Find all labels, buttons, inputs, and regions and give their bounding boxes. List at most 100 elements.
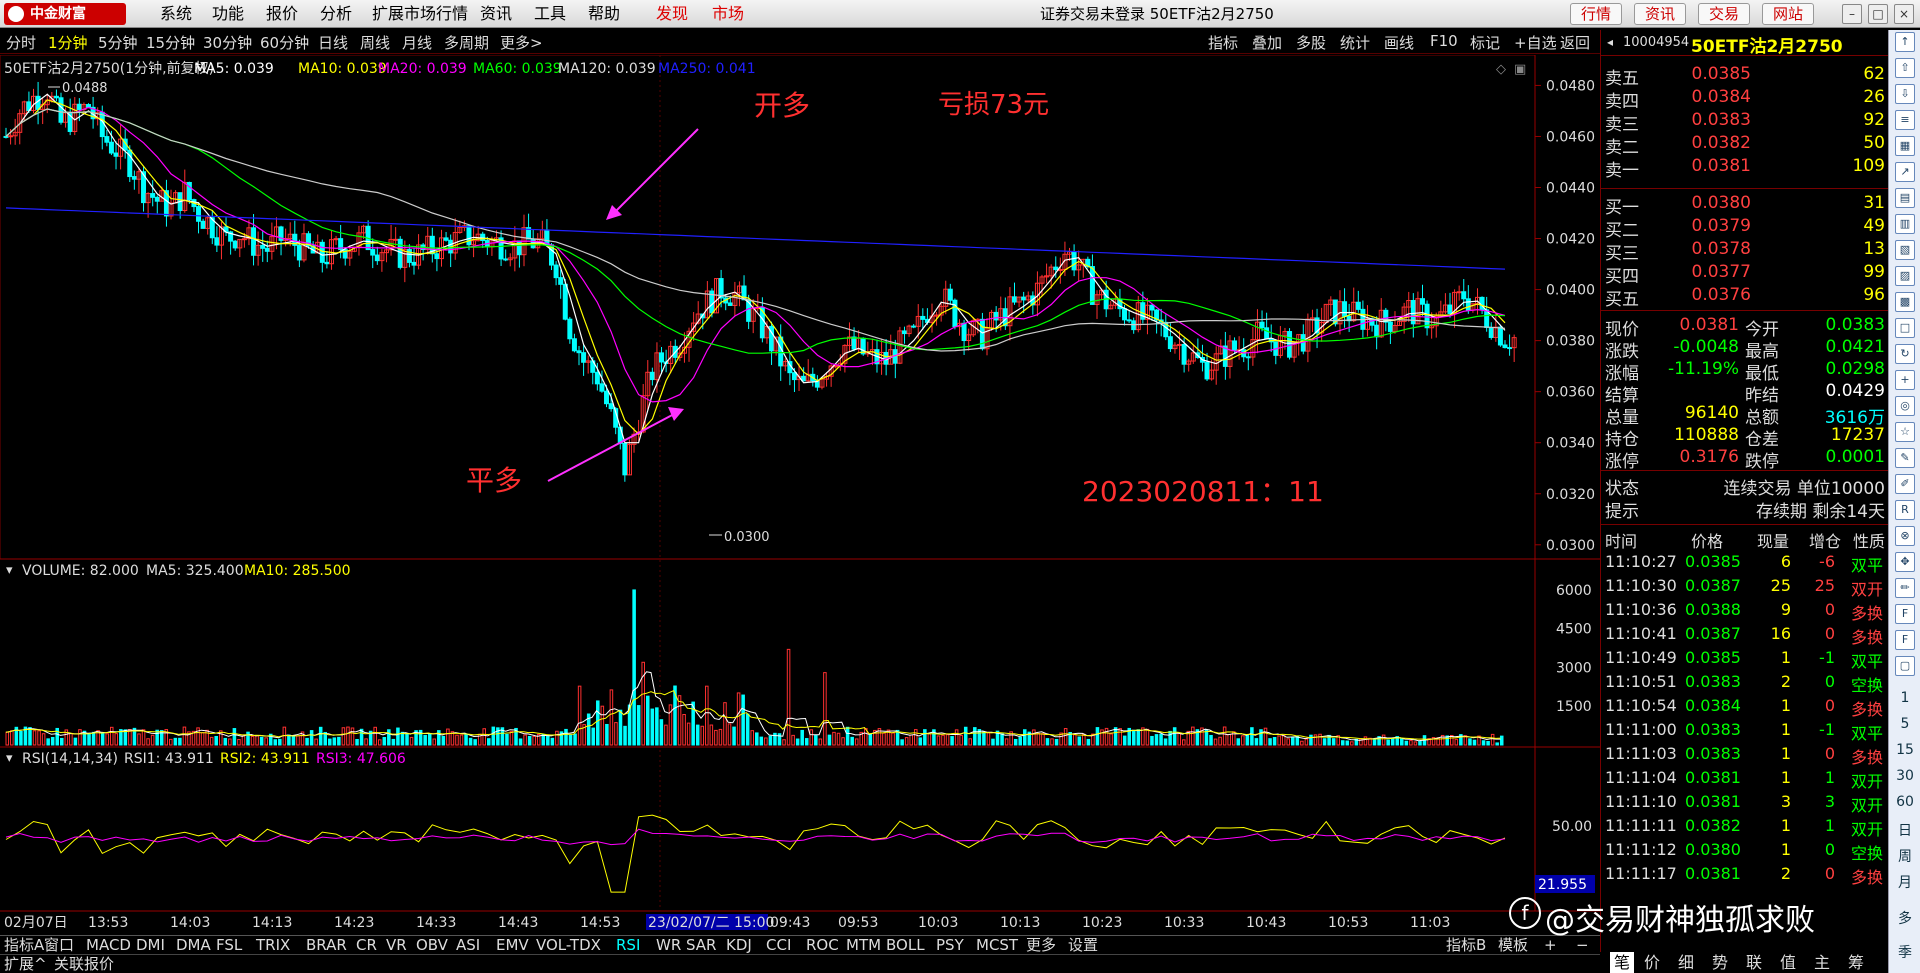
doc-icon[interactable]: ▢ [1895,656,1915,676]
indicator-tab[interactable]: 设置 [1068,936,1098,955]
ask-row[interactable]: 卖五 0.0385 62 [1601,64,1889,89]
tool-indicator[interactable]: 指标 [1208,32,1238,53]
template-tab[interactable]: 模板 [1498,936,1528,955]
info-button[interactable]: 资讯 [1634,3,1687,25]
period-daily[interactable]: 日线 [318,32,348,53]
tool-multi-stock[interactable]: 多股 [1296,32,1326,53]
close-icon[interactable]: × [1894,4,1914,24]
chart-expand-icon[interactable]: ◇ [1496,62,1506,77]
trade-row[interactable]: 11:11:10 0.0381 3 3 双开 [1601,792,1889,816]
form-icon[interactable]: ▥ [1895,214,1915,234]
menu-analysis[interactable]: 分析 [320,0,352,28]
maximize-icon[interactable]: □ [1868,4,1888,24]
trade-row[interactable]: 11:11:11 0.0382 1 1 双开 [1601,816,1889,840]
book-icon[interactable]: ▨ [1895,266,1915,286]
period-5min[interactable]: 5分钟 [98,32,138,53]
tool-stats[interactable]: 统计 [1340,32,1370,53]
ask-row[interactable]: 卖一 0.0381 109 [1601,156,1889,181]
arrow-up-icon[interactable]: ⇧ [1895,58,1915,78]
tool-f10[interactable]: F10 [1430,32,1458,50]
brush-icon[interactable]: ✎ [1895,448,1915,468]
menu-ext-market[interactable]: 扩展市场行情 [372,0,468,28]
period-shortcut-5[interactable]: 5 [1889,716,1920,732]
indicator-tab[interactable]: ASI [456,936,480,955]
indicator-tab[interactable]: SAR [686,936,716,955]
quote-tab[interactable]: 细 [1678,952,1694,973]
pen-icon[interactable]: ✐ [1895,474,1915,494]
menu-function[interactable]: 功能 [212,0,244,28]
quote-tab[interactable]: 势 [1712,952,1728,973]
f5-icon[interactable]: F [1895,630,1915,650]
period-shortcut-15[interactable]: 15 [1889,742,1920,758]
indicator-tab[interactable]: KDJ [726,936,752,955]
arrow-down-icon[interactable]: ⇩ [1895,84,1915,104]
star-icon[interactable]: ☆ [1895,422,1915,442]
lock-icon[interactable]: ⊗ [1895,526,1915,546]
up-arrow-icon[interactable]: ↑ [1895,32,1915,52]
quote-tab[interactable]: 价 [1644,952,1660,973]
rsi-panel-toggle[interactable]: ▾ [6,751,13,766]
trade-row[interactable]: 11:11:04 0.0381 1 1 双开 [1601,768,1889,792]
window-icon[interactable]: ▩ [1895,292,1915,312]
ask-row[interactable]: 卖三 0.0383 92 [1601,110,1889,135]
indicator-tab[interactable]: DMI [136,936,165,955]
period-multi[interactable]: 多周期 [444,32,489,53]
bid-row[interactable]: 买三 0.0378 13 [1601,239,1889,264]
trade-row[interactable]: 11:10:30 0.0387 25 25 双开 [1601,576,1889,600]
kline-chart[interactable]: 50ETF沽2月2750(1分钟,前复权) MA5: 0.039 MA10: 0.… [0,54,1600,935]
indicator-tab[interactable]: DMA [176,936,211,955]
period-more[interactable]: 更多> [500,32,543,53]
indicator-tab[interactable]: MACD [86,936,131,955]
menu-tools[interactable]: 工具 [534,0,566,28]
menu-info[interactable]: 资讯 [480,0,512,28]
indicator-tab[interactable]: RSI [616,936,640,955]
rsi-icon[interactable]: R [1895,500,1915,520]
indicator-tab[interactable]: OBV [416,936,448,955]
bid-row[interactable]: 买四 0.0377 99 [1601,262,1889,287]
chevron-left-icon[interactable]: ◂ [1607,35,1613,49]
list-icon[interactable]: ≡ [1895,110,1915,130]
bid-row[interactable]: 买五 0.0376 96 [1601,285,1889,310]
period-1min[interactable]: 1分钟 [48,32,88,53]
expand-button[interactable]: 扩展^ [4,955,47,973]
indicator-tab[interactable]: PSY [936,936,964,955]
bid-row[interactable]: 买一 0.0380 31 [1601,193,1889,218]
indicator-tab[interactable]: TRIX [256,936,290,955]
indicator-tab[interactable]: EMV [496,936,529,955]
period-shortcut-30[interactable]: 30 [1889,768,1920,784]
grid-icon[interactable]: ▦ [1895,136,1915,156]
indicator-tab[interactable]: MTM [846,936,881,955]
f1-icon[interactable]: F [1895,604,1915,624]
trade-row[interactable]: 11:11:17 0.0381 2 0 多换 [1601,864,1889,888]
quote-button[interactable]: 行情 [1570,3,1623,25]
indicator-b-tab[interactable]: 指标B [1446,936,1486,955]
period-weekly[interactable]: 周线 [360,32,390,53]
tool-overlay[interactable]: 叠加 [1252,32,1282,53]
chart-area[interactable]: 50ETF沽2月2750(1分钟,前复权) MA5: 0.039 MA10: 0.… [0,54,1600,935]
period-shortcut-week[interactable]: 周 [1889,846,1920,866]
tool-mark[interactable]: 标记 [1470,32,1500,53]
period-shortcut-month[interactable]: 月 [1889,872,1920,892]
menu-system[interactable]: 系统 [160,0,192,28]
trade-row[interactable]: 11:11:00 0.0383 1 -1 双平 [1601,720,1889,744]
indicator-tab[interactable]: FSL [216,936,242,955]
period-timeshare[interactable]: 分时 [6,32,36,53]
menu-quote[interactable]: 报价 [266,0,298,28]
menu-help[interactable]: 帮助 [588,0,620,28]
indicator-tab[interactable]: ROC [806,936,839,955]
indicator-tab[interactable]: CR [356,936,377,955]
indicator-tab[interactable]: 指标A [4,936,44,955]
ask-row[interactable]: 卖四 0.0384 26 [1601,87,1889,112]
trade-row[interactable]: 11:10:51 0.0383 2 0 空换 [1601,672,1889,696]
menu-discover[interactable]: 发现 [656,0,688,28]
indicator-tab[interactable]: VR [386,936,407,955]
square-icon[interactable]: □ [1895,318,1915,338]
refresh-icon[interactable]: ↻ [1895,344,1915,364]
period-15min[interactable]: 15分钟 [146,32,195,53]
pencil-icon[interactable]: ✏ [1895,578,1915,598]
indicator-tab[interactable]: BRAR [306,936,347,955]
move-icon[interactable]: ✥ [1895,552,1915,572]
chart-window-icon[interactable]: ▣ [1514,62,1526,77]
period-shortcut-1[interactable]: 1 [1889,690,1920,706]
menu-market[interactable]: 市场 [712,0,744,28]
